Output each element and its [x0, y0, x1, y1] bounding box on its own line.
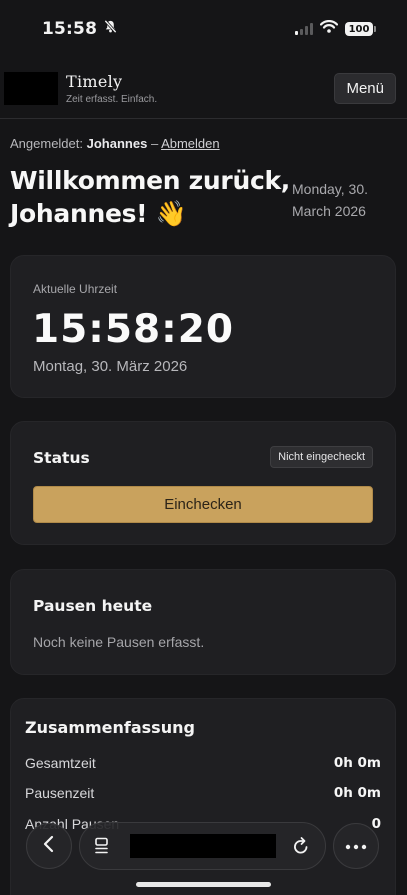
summary-value: 0h 0m: [333, 755, 381, 771]
current-time-card: Aktuelle Uhrzeit 15:58:20 Montag, 30. Mä…: [10, 255, 396, 398]
status-card: Status Nicht eingecheckt Einchecken: [10, 421, 396, 545]
waving-hand-icon: 👋: [155, 199, 187, 228]
summary-value: 0h 0m: [333, 785, 381, 801]
bell-slash-icon: [103, 19, 118, 39]
logged-in-user: Johannes: [86, 136, 148, 151]
current-date-english: Monday, 30. March 2026: [292, 178, 400, 222]
summary-title: Zusammenfassung: [25, 718, 195, 737]
login-separator: –: [150, 136, 159, 151]
chevron-left-icon: [42, 835, 56, 858]
status-time: 15:58: [42, 19, 98, 39]
app-header: Timely Zeit erfasst. Einfach. Menü: [0, 58, 407, 119]
battery-indicator: 100: [345, 22, 376, 36]
home-indicator: [136, 882, 271, 887]
summary-label: Gesamtzeit: [25, 755, 96, 771]
brand-tagline: Zeit erfasst. Einfach.: [66, 93, 158, 105]
date-line-1: Monday, 30.: [292, 181, 369, 197]
ellipsis-icon: [345, 837, 367, 855]
summary-label: Pausenzeit: [25, 785, 95, 801]
breaks-card: Pausen heute Noch keine Pausen erfasst.: [10, 569, 396, 675]
back-button[interactable]: [26, 823, 72, 869]
summary-row: Gesamtzeit 0h 0m: [25, 755, 381, 771]
reload-icon[interactable]: [292, 836, 310, 861]
welcome-line-1: Willkommen zurück,: [10, 166, 290, 195]
browser-toolbar: [0, 822, 407, 872]
current-time-value: 15:58:20: [32, 307, 235, 352]
brand[interactable]: Timely Zeit erfasst. Einfach.: [66, 72, 334, 105]
welcome-heading: Willkommen zurück, Johannes! 👋: [10, 164, 292, 230]
checkin-button[interactable]: Einchecken: [33, 486, 373, 523]
current-date-german: Montag, 30. März 2026: [33, 358, 188, 375]
wifi-icon: [319, 20, 339, 38]
more-button[interactable]: [333, 823, 379, 869]
summary-row: Pausenzeit 0h 0m: [25, 785, 381, 801]
cellular-signal-icon: [295, 23, 313, 35]
breaks-title: Pausen heute: [33, 597, 153, 615]
status-badge: Nicht eingecheckt: [270, 446, 373, 468]
logout-link[interactable]: Abmelden: [161, 136, 220, 151]
welcome-line-2: Johannes!: [10, 199, 148, 228]
redacted-url: [130, 834, 276, 858]
breaks-empty-message: Noch keine Pausen erfasst.: [33, 634, 205, 650]
status-bar: 15:58 100: [0, 0, 407, 58]
status-title: Status: [33, 449, 90, 467]
login-prefix: Angemeldet:: [10, 136, 83, 151]
brand-name: Timely: [66, 71, 123, 91]
login-info: Angemeldet: Johannes – Abmelden: [10, 136, 220, 151]
date-line-2: March 2026: [292, 203, 366, 219]
current-time-label: Aktuelle Uhrzeit: [33, 282, 118, 296]
address-bar[interactable]: [79, 822, 326, 870]
redacted-logo: [4, 71, 58, 105]
menu-button[interactable]: Menü: [334, 72, 396, 104]
tabs-icon[interactable]: [94, 837, 110, 860]
